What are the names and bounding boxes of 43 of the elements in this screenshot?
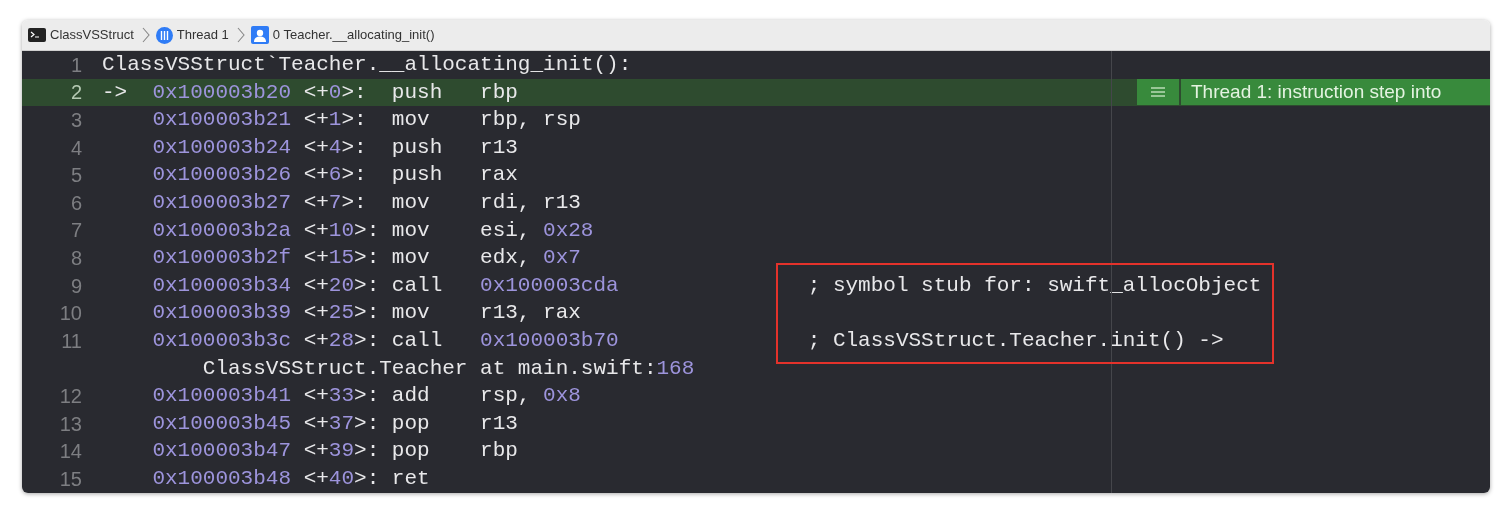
line-number: 4 (69, 135, 82, 161)
line-number: 5 (69, 163, 82, 189)
code-line: 0x100003b45 <+37>: pop r13 (151, 410, 519, 437)
line-number: 6 (69, 190, 82, 216)
line-number: 11 (60, 328, 82, 354)
menu-icon[interactable] (1150, 86, 1166, 99)
breadcrumb-item[interactable]: ClassVSStruct (50, 25, 134, 45)
person-icon (250, 26, 269, 44)
chevron-icon (141, 27, 150, 43)
code-line: 0x100003b2a <+10>: mov esi, 0x28 (151, 217, 595, 244)
line-number: 13 (58, 411, 82, 437)
line-number: 14 (58, 439, 82, 465)
code-line: 0x100003b41 <+33>: add rsp, 0x8 (151, 383, 582, 410)
terminal-icon (28, 28, 46, 42)
code-line: 0x100003b3c <+28>: call 0x100003b70 (151, 328, 620, 354)
line-number: 12 (58, 383, 82, 409)
thread-icon (155, 26, 173, 44)
code-line: 0x100003b2f <+15>: mov edx, 0x7 (151, 245, 582, 272)
code-line: 0x100003b39 <+25>: mov r13, rax (151, 300, 582, 327)
line-number: 10 (58, 301, 82, 327)
line-number: 2 (69, 80, 82, 106)
breadcrumb-item[interactable]: 0 Teacher.__allocating_init() (272, 25, 435, 45)
code-comment: ; symbol stub for: swift_allocObject (807, 272, 1262, 299)
code-line: 0x100003b34 <+20>: call 0x100003cda (151, 272, 620, 299)
line-number: 15 (58, 466, 82, 492)
code-comment: ; ClassVSStruct.Teacher.init() -> (807, 328, 1224, 354)
line-number: 8 (69, 245, 82, 271)
chevron-icon (236, 27, 245, 43)
line-number: 9 (69, 273, 82, 299)
line-number: 7 (69, 218, 82, 244)
code-line: 0x100003b48 <+40>: ret (151, 465, 431, 492)
code-line: 0x100003b24 <+4>: push r13 (151, 134, 519, 161)
breadcrumb-item[interactable]: Thread 1 (176, 25, 229, 45)
code-line: ClassVSStruct.Teacher at main.swift:168 (202, 355, 695, 382)
code-line: 0x100003b26 <+6>: push rax (151, 162, 519, 189)
code-line: 0x100003b27 <+7>: mov rdi, r13 (151, 190, 582, 216)
status-text: Thread 1: instruction step into (1191, 80, 1442, 105)
line-number: 1 (69, 52, 82, 78)
code-line: -> 0x100003b20 <+0>: push rbp (102, 79, 519, 106)
code-line: ClassVSStruct`Teacher.__allocating_init(): (102, 52, 633, 79)
code-line: 0x100003b47 <+39>: pop rbp (151, 438, 519, 465)
line-number: 3 (69, 108, 82, 133)
code-line: 0x100003b21 <+1>: mov rbp, rsp (151, 107, 582, 134)
